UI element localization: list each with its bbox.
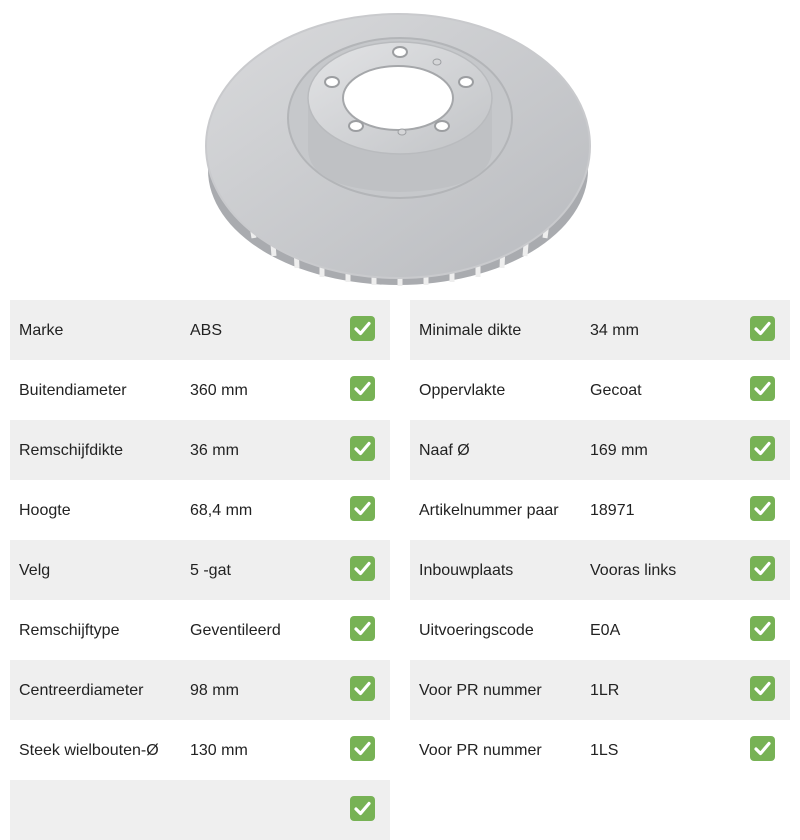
spec-row: Hoogte 68,4 mm — [10, 480, 390, 540]
spec-value: 98 mm — [190, 682, 239, 699]
spec-row: Oppervlakte Gecoat — [410, 360, 790, 420]
spec-label: Voor PR nummer — [419, 682, 542, 699]
brake-disc-image — [205, 13, 591, 286]
check-icon — [750, 376, 775, 401]
spec-label: Naaf Ø — [419, 442, 470, 459]
check-icon — [750, 616, 775, 641]
spec-row: Uitvoeringscode E0A — [410, 600, 790, 660]
check-icon — [350, 556, 375, 581]
spec-value: 18971 — [590, 502, 635, 519]
spec-value: E0A — [590, 622, 621, 639]
check-icon — [350, 436, 375, 461]
spec-label: Marke — [19, 322, 64, 339]
check-icon — [750, 676, 775, 701]
check-icon — [750, 316, 775, 341]
check-icon — [750, 736, 775, 761]
spec-label: Buitendiameter — [19, 382, 127, 399]
spec-label: Centreerdiameter — [19, 682, 144, 699]
spec-value: ABS — [190, 322, 223, 339]
spec-row: Voor PR nummer 1LS — [410, 720, 790, 780]
spec-row: Naaf Ø 169 mm — [410, 420, 790, 480]
spec-value: 68,4 mm — [190, 502, 253, 519]
spec-value: 1LR — [590, 682, 620, 699]
spec-table-right: Minimale dikte 34 mm Oppervlakte Gecoat … — [410, 300, 790, 780]
spec-row: Voor PR nummer 1LR — [410, 660, 790, 720]
spec-row: Marke ABS — [10, 300, 390, 360]
spec-label: Inbouwplaats — [419, 562, 514, 579]
spec-value: 5 -gat — [190, 562, 231, 579]
spec-row — [10, 780, 390, 840]
spec-row: Remschijfdikte 36 mm — [10, 420, 390, 480]
spec-table-left: Marke ABS Buitendiameter 360 mm Remschij… — [10, 300, 390, 840]
check-icon — [350, 496, 375, 521]
spec-label: Uitvoeringscode — [419, 622, 534, 639]
check-icon — [750, 496, 775, 521]
check-icon — [350, 316, 375, 341]
spec-value: Vooras links — [590, 562, 677, 579]
spec-label: Oppervlakte — [419, 382, 506, 399]
spec-value: 169 mm — [590, 442, 648, 459]
check-icon — [350, 616, 375, 641]
spec-label: Steek wielbouten-Ø — [19, 742, 159, 759]
spec-label: Remschijfdikte — [19, 442, 124, 459]
spec-label: Voor PR nummer — [419, 742, 542, 759]
spec-label: Artikelnummer paar — [419, 502, 559, 519]
check-icon — [350, 376, 375, 401]
spec-value: 130 mm — [190, 742, 248, 759]
product-image — [0, 0, 800, 300]
spec-row: Inbouwplaats Vooras links — [410, 540, 790, 600]
spec-row: Artikelnummer paar 18971 — [410, 480, 790, 540]
spec-row: Velg 5 -gat — [10, 540, 390, 600]
spec-label: Velg — [19, 562, 51, 579]
spec-row: Remschijftype Geventileerd — [10, 600, 390, 660]
check-icon — [750, 436, 775, 461]
spec-value: 34 mm — [590, 322, 639, 339]
spec-row: Buitendiameter 360 mm — [10, 360, 390, 420]
spec-label: Remschijftype — [19, 622, 120, 639]
spec-row: Steek wielbouten-Ø 130 mm — [10, 720, 390, 780]
check-icon — [750, 556, 775, 581]
spec-value: 360 mm — [190, 382, 248, 399]
spec-value: Geventileerd — [190, 622, 281, 639]
spec-value: Gecoat — [590, 382, 642, 399]
spec-label: Hoogte — [19, 502, 71, 519]
spec-value: 36 mm — [190, 442, 239, 459]
check-icon — [350, 676, 375, 701]
spec-label: Minimale dikte — [419, 322, 522, 339]
spec-value: 1LS — [590, 742, 619, 759]
spec-row: Centreerdiameter 98 mm — [10, 660, 390, 720]
spec-row: Minimale dikte 34 mm — [410, 300, 790, 360]
check-icon — [350, 736, 375, 761]
